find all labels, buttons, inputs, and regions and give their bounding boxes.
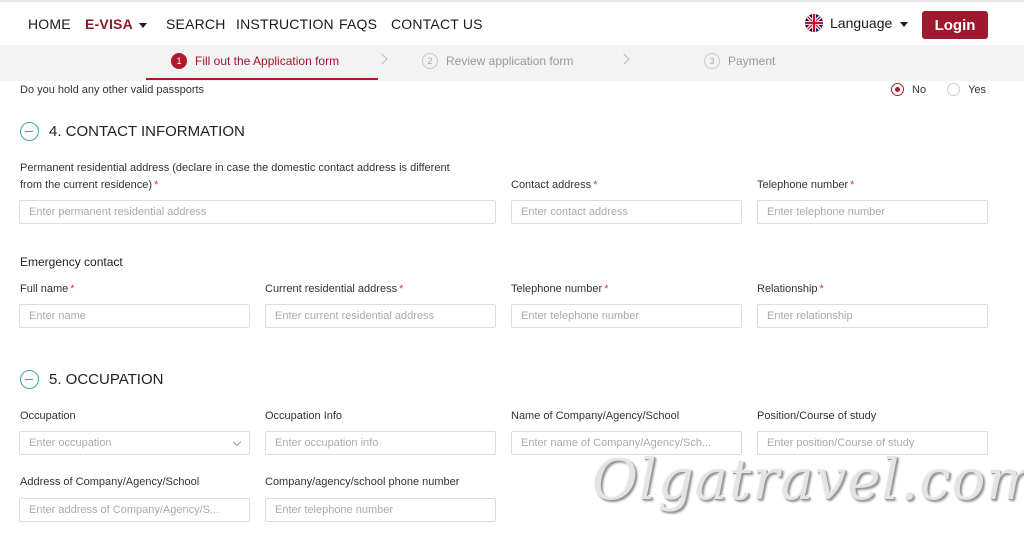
chevron-right-icon [376, 53, 388, 65]
label-line-2: from the current residence) [20, 179, 153, 191]
label-text: Telephone number [511, 283, 603, 295]
nav-evisa[interactable]: E-VISA [85, 16, 147, 32]
company-phone-input[interactable]: Enter telephone number [265, 498, 496, 522]
em-address-input[interactable]: Enter current residential address [265, 304, 496, 328]
nav-evisa-label: E-VISA [85, 16, 133, 32]
company-name-label: Name of Company/Agency/School [511, 410, 680, 422]
step-label: Fill out the Application form [195, 54, 340, 68]
collapse-minus-icon [20, 122, 39, 141]
label-text: Full name [20, 283, 69, 295]
other-passports-question: Do you hold any other valid passports [20, 84, 205, 96]
section-title: 4. CONTACT INFORMATION [49, 123, 245, 140]
nav-home[interactable]: HOME [28, 16, 71, 32]
emergency-contact-title: Emergency contact [20, 255, 123, 269]
login-button[interactable]: Login [922, 11, 988, 39]
em-address-label: Current residential address * [265, 281, 403, 298]
label-text: Current residential address [265, 283, 398, 295]
required-mark: * [399, 283, 404, 295]
step-number: 1 [171, 53, 187, 69]
telephone-input[interactable]: Enter telephone number [757, 200, 988, 224]
occupation-section-header[interactable]: 5. OCCUPATION [20, 370, 163, 389]
company-address-input[interactable]: Enter address of Company/Agency/S... [19, 498, 250, 522]
nav-faqs[interactable]: FAQS [339, 16, 377, 32]
company-address-label: Address of Company/Agency/School [20, 476, 200, 488]
active-step-underline [146, 78, 378, 80]
step-label: Review application form [446, 54, 574, 68]
radio-yes[interactable] [947, 83, 961, 96]
required-mark: * [819, 283, 824, 295]
chevron-down-icon [232, 437, 242, 447]
step-payment[interactable]: 3 Payment [704, 53, 775, 69]
nav-search[interactable]: SEARCH [166, 16, 226, 32]
em-phone-label: Telephone number * [511, 281, 608, 298]
step-fill-form[interactable]: 1 Fill out the Application form [171, 53, 339, 69]
required-mark: * [604, 283, 609, 295]
language-label: Language [830, 15, 893, 31]
occupation-info-input[interactable]: Enter occupation info [265, 431, 496, 455]
position-label: Position/Course of study [757, 410, 877, 422]
select-placeholder: Enter occupation [29, 437, 112, 449]
top-nav: HOME E-VISA SEARCH INSTRUCTION FAQS CONT… [0, 0, 1024, 45]
required-mark: * [70, 283, 75, 295]
nav-instruction[interactable]: INSTRUCTION [236, 16, 334, 32]
required-mark: * [850, 179, 855, 191]
step-label: Payment [728, 54, 776, 68]
contact-address-label: Contact address * [511, 177, 597, 194]
progress-stepper: 1 Fill out the Application form 2 Review… [0, 45, 1024, 81]
telephone-label: Telephone number * [757, 177, 854, 194]
chevron-right-icon [618, 53, 630, 65]
radio-no-label: No [912, 83, 927, 96]
step-number: 2 [422, 53, 438, 69]
watermark: Olgatravel.com [592, 448, 1024, 513]
company-phone-label: Company/agency/school phone number [265, 476, 460, 488]
em-phone-input[interactable]: Enter telephone number [511, 304, 742, 328]
required-mark: * [154, 179, 159, 191]
language-selector[interactable]: Language [805, 14, 909, 32]
occupation-info-label: Occupation Info [265, 410, 343, 422]
uk-flag-icon [805, 14, 823, 32]
chevron-down-icon [900, 22, 909, 27]
contact-section-header[interactable]: 4. CONTACT INFORMATION [20, 122, 245, 141]
contact-address-input[interactable]: Enter contact address [511, 200, 742, 224]
label-text: Contact address [511, 179, 592, 191]
permanent-address-label: Permanent residential address (declare i… [20, 160, 450, 194]
permanent-address-input[interactable]: Enter permanent residential address [19, 200, 496, 224]
step-review[interactable]: 2 Review application form [422, 53, 573, 69]
em-name-label: Full name * [20, 281, 75, 298]
required-mark: * [593, 179, 598, 191]
em-relationship-label: Relationship * [757, 281, 824, 298]
chevron-down-icon [138, 22, 147, 28]
em-name-input[interactable]: Enter name [19, 304, 250, 328]
step-number: 3 [704, 53, 720, 69]
occupation-label: Occupation [20, 410, 76, 422]
radio-yes-label: Yes [968, 83, 987, 96]
em-relationship-input[interactable]: Enter relationship [757, 304, 988, 328]
other-passports-radio-group: No Yes [891, 83, 986, 96]
radio-no[interactable] [891, 83, 904, 96]
occupation-select[interactable]: Enter occupation [19, 431, 250, 455]
label-text: Telephone number [757, 179, 849, 191]
label-text: Relationship [757, 283, 818, 295]
label-line-1: Permanent residential address (declare i… [20, 162, 450, 174]
collapse-minus-icon [20, 370, 39, 389]
nav-contact-us[interactable]: CONTACT US [391, 16, 483, 32]
section-title: 5. OCCUPATION [49, 371, 164, 388]
